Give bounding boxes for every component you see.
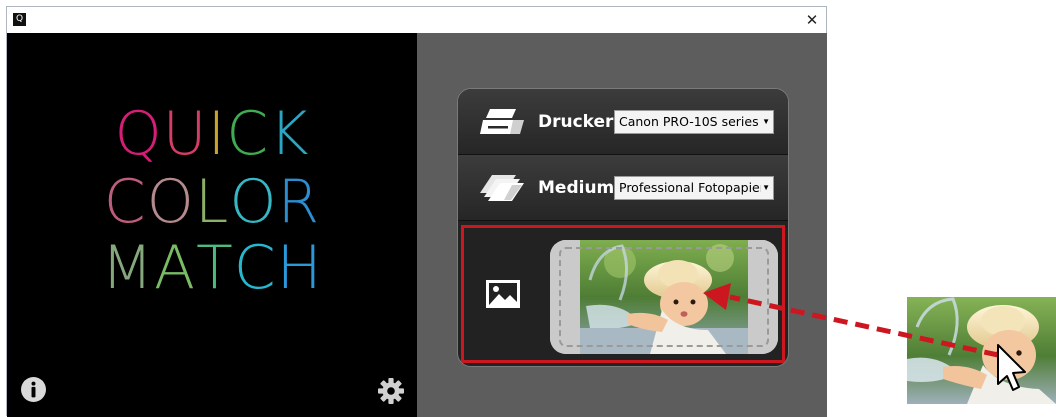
dragged-image-thumbnail[interactable] bbox=[907, 297, 1056, 404]
printer-row: Drucker Canon PRO-10S series (Netzwerk) … bbox=[458, 89, 788, 155]
chevron-down-icon: ▼ bbox=[762, 183, 770, 192]
settings-panel: Drucker Canon PRO-10S series (Netzwerk) … bbox=[417, 33, 827, 417]
medium-select[interactable]: Professional Fotopapier Platinum ▼ bbox=[614, 176, 774, 200]
title-bar: Q ✕ bbox=[7, 7, 826, 33]
photo-preview bbox=[550, 240, 778, 354]
child-photo bbox=[550, 240, 778, 354]
logo-letter: C bbox=[233, 233, 277, 303]
child-photo-thumbnail bbox=[907, 297, 1056, 404]
app-window: Q ✕ QUICK COLOR MATCH Drucker Canon PRO-… bbox=[6, 6, 827, 417]
paper-stack-icon bbox=[480, 175, 524, 201]
logo-letter: K bbox=[269, 99, 310, 169]
chevron-down-icon: ▼ bbox=[762, 117, 770, 126]
image-icon bbox=[486, 280, 520, 308]
medium-select-value: Professional Fotopapier Platinum bbox=[619, 180, 761, 195]
logo-letter: M bbox=[101, 233, 155, 303]
medium-label: Medium bbox=[538, 178, 615, 198]
printer-label: Drucker bbox=[538, 112, 614, 132]
logo-letter: O bbox=[229, 167, 278, 237]
logo-line-match: MATCH bbox=[7, 237, 417, 299]
logo-letter: Q bbox=[114, 99, 163, 169]
image-drop-zone[interactable] bbox=[461, 225, 785, 363]
logo-line-color: COLOR bbox=[7, 171, 417, 233]
logo-letter: R bbox=[277, 167, 321, 237]
logo-letter: T bbox=[196, 233, 234, 303]
medium-row: Medium Professional Fotopapier Platinum … bbox=[458, 155, 788, 221]
gear-icon[interactable] bbox=[377, 377, 405, 405]
logo-letter: C bbox=[226, 99, 270, 169]
logo-letter: I bbox=[207, 99, 227, 169]
logo-letter: U bbox=[162, 99, 208, 169]
logo-line-quick: QUICK bbox=[7, 103, 417, 165]
logo-letter: C bbox=[103, 167, 147, 237]
logo-letter: O bbox=[146, 167, 195, 237]
logo-letter: L bbox=[194, 167, 230, 237]
close-button[interactable]: ✕ bbox=[800, 7, 824, 33]
info-icon[interactable] bbox=[21, 377, 46, 402]
printer-icon bbox=[480, 109, 524, 134]
printer-select[interactable]: Canon PRO-10S series (Netzwerk) ▼ bbox=[614, 110, 774, 134]
logo-letter: H bbox=[276, 233, 323, 303]
logo-letter: A bbox=[154, 233, 197, 303]
printer-select-value: Canon PRO-10S series (Netzwerk) bbox=[619, 114, 761, 129]
app-icon: Q bbox=[13, 13, 26, 26]
logo-panel: QUICK COLOR MATCH bbox=[7, 33, 417, 417]
settings-card: Drucker Canon PRO-10S series (Netzwerk) … bbox=[457, 88, 789, 367]
